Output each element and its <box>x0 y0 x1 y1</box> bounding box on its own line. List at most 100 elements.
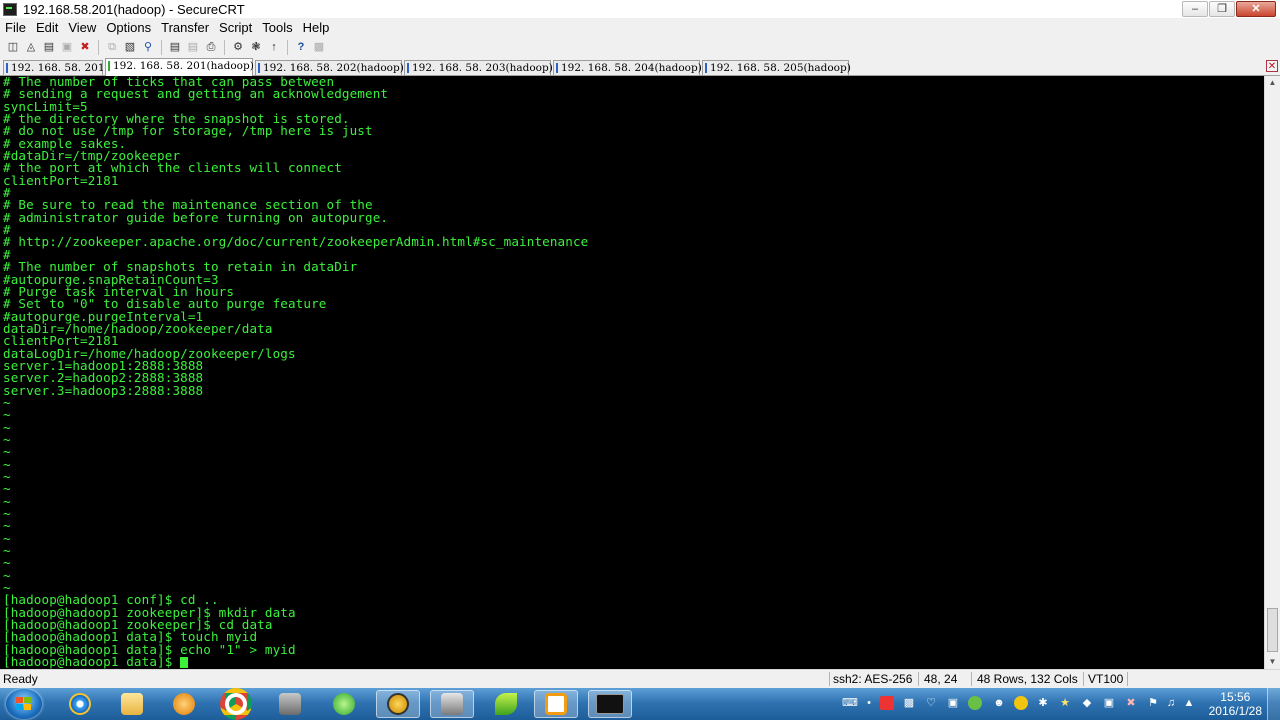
terminal-line-text: clientPort=2181 <box>3 172 119 188</box>
shield-tray-icon[interactable]: ◆ <box>1080 696 1094 710</box>
terminal-line: ~ <box>0 396 1264 409</box>
copy-icon[interactable]: ⧉ <box>104 41 120 55</box>
menu-transfer[interactable]: Transfer <box>156 20 214 35</box>
status-bar: Ready ssh2: AES-256 48, 24 48 Rows, 132 … <box>0 669 1280 688</box>
terminal-line: clientPort=2181 <box>0 172 1264 188</box>
tray-app-icon[interactable] <box>1014 696 1028 710</box>
toolbar: ◫ ◬ ▤ ▣ ✖ ⧉ ▧ ⚲ ▤ ▤ ⎙ ⚙ ❃ ↑ ? ▩ <box>0 37 1280 58</box>
menu-options[interactable]: Options <box>101 20 156 35</box>
menu-help[interactable]: Help <box>298 20 335 35</box>
terminal-icon[interactable] <box>588 690 632 718</box>
start-button[interactable] <box>6 689 42 719</box>
terminal-line: ~ <box>0 458 1264 471</box>
terminal-cursor <box>180 657 189 669</box>
qq-tray-icon[interactable]: ☻ <box>992 696 1006 710</box>
help-icon[interactable]: ? <box>293 41 309 55</box>
reconnect-icon[interactable]: ▣ <box>59 41 75 55</box>
scanner-icon[interactable] <box>430 690 474 718</box>
scroll-up-icon[interactable]: ▲ <box>1265 76 1280 90</box>
folder-icon[interactable] <box>110 690 154 718</box>
tab-session-201-hadoop[interactable]: 192. 168. 58. 201(hadoop) <box>105 58 254 76</box>
taskbar: ⌨ • ▩ ♡ ▣ ☻ ✱ ★ ◆ ▣ ✖ ⚑ ♫ ▲ 15:56 2016/1… <box>0 688 1280 720</box>
tray-app-icon[interactable]: ✖ <box>1124 696 1138 710</box>
terminal-line: # the port at which the clients will con… <box>0 162 1264 175</box>
terminal-line: ~ <box>0 495 1264 508</box>
close-button[interactable]: ✕ <box>1236 1 1276 17</box>
menu-tools[interactable]: Tools <box>257 20 297 35</box>
ie-icon[interactable] <box>58 690 102 718</box>
tray-app-icon[interactable] <box>880 696 894 710</box>
menu-file[interactable]: File <box>0 20 31 35</box>
disconnect-icon[interactable]: ✖ <box>77 41 93 55</box>
print-setup-icon[interactable]: ▤ <box>167 41 183 55</box>
clock-time: 15:56 <box>1220 690 1251 704</box>
tab-session-205-hadoop[interactable]: 192. 168. 58. 205(hadoop) <box>702 60 851 75</box>
tray-app-icon[interactable]: ▣ <box>1102 696 1116 710</box>
menu-edit[interactable]: Edit <box>31 20 63 35</box>
print-selection-icon[interactable]: ▤ <box>185 41 201 55</box>
bluetooth-tray-icon[interactable]: ✱ <box>1036 696 1050 710</box>
terminal-line: dataDir=/home/hadoop/zookeeper/data <box>0 322 1264 335</box>
global-options-icon[interactable]: ❃ <box>248 41 264 55</box>
e-app-icon[interactable] <box>376 690 420 718</box>
close-tab-icon[interactable]: ✕ <box>1266 60 1278 72</box>
terminal-line: [hadoop@hadoop1 data]$ echo "1" > myid <box>0 643 1264 656</box>
sftp-icon[interactable]: ▩ <box>311 41 327 55</box>
keyboard-tray-icon[interactable]: ⌨ <box>842 696 858 710</box>
flag-tray-icon[interactable]: ⚑ <box>1146 696 1160 710</box>
menu-view[interactable]: View <box>63 20 101 35</box>
toolbar-separator <box>161 40 162 55</box>
tray-app-icon[interactable]: ★ <box>1058 696 1072 710</box>
leaf-app-icon[interactable] <box>484 690 528 718</box>
briefcase-icon[interactable] <box>268 690 312 718</box>
title-bar: 192.168.58.201(hadoop) - SecureCRT – ❐ ✕ <box>0 0 1280 19</box>
tab-session-202-hadoop[interactable]: 192. 168. 58. 202(hadoop) <box>255 60 404 75</box>
terminal-line: ~ <box>0 569 1264 582</box>
status-cipher: ssh2: AES-256 <box>833 672 913 686</box>
tab-session-201[interactable]: 192. 168. 58. 201 <box>3 60 105 75</box>
system-clock[interactable]: 15:56 2016/1/28 <box>1209 690 1262 718</box>
quick-connect-icon[interactable]: ◬ <box>23 41 39 55</box>
terminal-line: ~ <box>0 544 1264 557</box>
terminal-line: ~ <box>0 557 1264 570</box>
refresh-app-icon[interactable] <box>322 690 366 718</box>
chrome-icon[interactable] <box>214 688 258 720</box>
menu-script[interactable]: Script <box>214 20 257 35</box>
tray-app-icon[interactable]: ♡ <box>924 696 938 710</box>
media-player-icon[interactable] <box>162 690 206 718</box>
tray-app-icon[interactable] <box>968 696 982 710</box>
tray-app-icon[interactable]: ▩ <box>902 696 916 710</box>
scrollbar-thumb[interactable] <box>1267 608 1278 652</box>
paste-icon[interactable]: ▧ <box>122 41 138 55</box>
keymap-icon[interactable]: ↑ <box>266 41 282 55</box>
print-icon[interactable]: ⎙ <box>203 41 219 55</box>
status-cursor-position: 48, 24 <box>924 672 958 686</box>
terminal-output[interactable]: # The number of ticks that can pass betw… <box>0 76 1264 669</box>
minimize-button[interactable]: – <box>1182 1 1208 17</box>
terminal-line: ~ <box>0 433 1264 446</box>
tab-session-204-hadoop[interactable]: 192. 168. 58. 204(hadoop) <box>553 60 702 75</box>
terminal-scrollbar[interactable]: ▲ ▼ <box>1264 76 1280 669</box>
tray-app-icon[interactable]: ▣ <box>946 696 960 710</box>
show-desktop-button[interactable] <box>1267 688 1280 720</box>
window-controls: – ❐ ✕ <box>1181 1 1276 17</box>
status-divider <box>971 672 972 686</box>
status-divider <box>1083 672 1084 686</box>
find-icon[interactable]: ⚲ <box>140 41 156 55</box>
connect-icon[interactable]: ◫ <box>5 41 21 55</box>
window-app-icon[interactable] <box>534 690 578 718</box>
securecrt-app-icon[interactable] <box>3 2 17 16</box>
terminal-line: ~ <box>0 483 1264 496</box>
terminal-line: ~ <box>0 446 1264 459</box>
scroll-down-icon[interactable]: ▼ <box>1265 655 1280 669</box>
mic-tray-icon[interactable]: • <box>862 696 876 710</box>
maximize-button[interactable]: ❐ <box>1209 1 1235 17</box>
terminal-line-text: server.3=hadoop3:2888:3888 <box>3 382 204 398</box>
window-title: 192.168.58.201(hadoop) - SecureCRT <box>23 1 245 17</box>
connect-in-tab-icon[interactable]: ▤ <box>41 41 57 55</box>
session-options-icon[interactable]: ⚙ <box>230 41 246 55</box>
volume-tray-icon[interactable]: ♫ <box>1164 696 1178 710</box>
menu-bar: File Edit View Options Transfer Script T… <box>0 18 1280 37</box>
tab-session-203-hadoop[interactable]: 192. 168. 58. 203(hadoop) <box>404 60 553 75</box>
network-tray-icon[interactable]: ▲ <box>1182 696 1196 710</box>
